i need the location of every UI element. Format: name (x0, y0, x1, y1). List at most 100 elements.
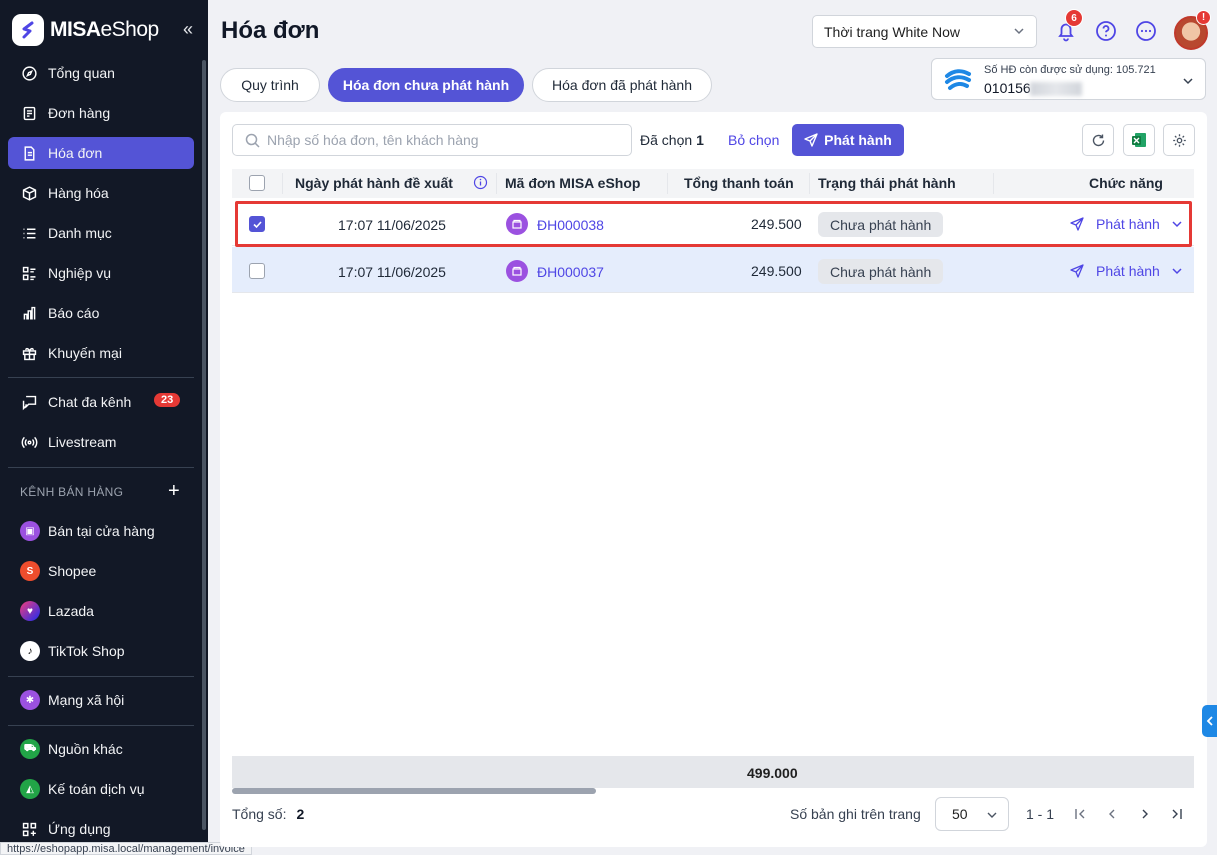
column-header-status[interactable]: Trạng thái phát hành (818, 175, 956, 191)
table-header: Ngày phát hành đề xuất Mã đơn MISA eShop… (232, 169, 1194, 198)
sidebar-item-label: Kế toán dịch vụ (48, 781, 145, 797)
last-page-icon[interactable] (1170, 807, 1184, 821)
sidebar-item-categories[interactable]: Danh mục (8, 217, 194, 249)
sidebar-item-livestream[interactable]: Livestream (8, 426, 194, 458)
sidebar-item-label: Shopee (48, 563, 97, 579)
excel-icon (1132, 133, 1146, 147)
sidebar-item-shopee[interactable]: S Shopee (8, 555, 194, 587)
sidebar-item-label: Đơn hàng (48, 105, 111, 121)
row-issue-action[interactable]: Phát hành (1070, 263, 1182, 279)
sidebar-item-label: Chat đa kênh (48, 394, 132, 410)
send-icon (804, 133, 818, 147)
sidebar-item-apps[interactable]: Ứng dụng (8, 813, 194, 845)
send-icon (1070, 264, 1084, 278)
export-excel-button[interactable] (1123, 124, 1155, 156)
gift-icon (20, 344, 38, 362)
sidebar-item-reports[interactable]: Báo cáo (8, 297, 194, 329)
sidebar-item-operations[interactable]: Nghiệp vụ (8, 257, 194, 289)
cart-icon: ⛟ (20, 739, 40, 759)
sidebar-scrollbar[interactable] (202, 60, 206, 830)
per-page-select[interactable]: 50 (935, 797, 1009, 831)
tab-unissued-invoices[interactable]: Hóa đơn chưa phát hành (328, 68, 524, 102)
prev-page-icon[interactable] (1105, 807, 1119, 821)
sidebar-divider (8, 725, 194, 726)
select-all-checkbox[interactable] (249, 175, 265, 191)
invoice-quota-label: Số HĐ còn được sử dụng: 105.721 (984, 64, 1156, 76)
sidebar-item-label: Mạng xã hội (48, 692, 125, 708)
sidebar-item-social[interactable]: ✱ Mạng xã hội (8, 684, 194, 716)
store-icon: ▣ (20, 521, 40, 541)
row-checkbox[interactable] (249, 263, 265, 279)
sidebar-item-other-sources[interactable]: ⛟ Nguồn khác (8, 733, 194, 765)
more-icon[interactable] (1135, 20, 1157, 42)
redacted-tax-code (1030, 82, 1082, 96)
order-icon (20, 104, 38, 122)
shopee-icon: S (20, 561, 40, 581)
search-input[interactable]: Nhập số hóa đơn, tên khách hàng (232, 124, 632, 156)
chevron-left-icon (1206, 716, 1213, 726)
sidebar-divider (8, 467, 194, 468)
sidebar-item-overview[interactable]: Tổng quan (8, 57, 194, 89)
sales-channels-heading: KÊNH BÁN HÀNG (20, 485, 124, 499)
sidebar-item-orders[interactable]: Đơn hàng (8, 97, 194, 129)
side-panel-toggle[interactable] (1202, 705, 1217, 737)
page-range: 1 - 1 (1026, 806, 1055, 822)
add-channel-icon[interactable]: + (168, 480, 180, 503)
avatar-alert-badge: ! (1196, 10, 1211, 25)
status-badge: Chưa phát hành (818, 259, 944, 284)
first-page-icon[interactable] (1073, 807, 1087, 821)
sidebar-item-promotions[interactable]: Khuyến mại (8, 337, 194, 369)
column-header-order[interactable]: Mã đơn MISA eShop (505, 175, 640, 191)
next-page-icon[interactable] (1138, 807, 1152, 821)
horizontal-scrollbar[interactable] (232, 788, 596, 794)
tab-process[interactable]: Quy trình (220, 68, 320, 102)
store-select[interactable]: Thời trang White Now (812, 15, 1037, 48)
order-link[interactable]: ĐH000037 (537, 264, 604, 280)
sidebar-item-products[interactable]: Hàng hóa (8, 177, 194, 209)
sidebar-item-label: TikTok Shop (48, 643, 125, 659)
sidebar-item-label: Báo cáo (48, 305, 100, 321)
search-icon (245, 133, 260, 148)
sidebar-item-omnichannel-chat[interactable]: Chat đa kênh 23 (8, 386, 194, 418)
invoice-icon (20, 144, 38, 162)
browser-status-url: https://eshopapp.misa.local/management/i… (0, 842, 252, 855)
tab-label: Hóa đơn đã phát hành (552, 77, 692, 93)
column-header-total[interactable]: Tổng thanh toán (684, 175, 794, 191)
chevron-down-icon[interactable] (1170, 264, 1184, 278)
operations-icon (20, 264, 38, 282)
settings-button[interactable] (1163, 124, 1195, 156)
compass-icon (20, 64, 38, 82)
invoice-quota-box[interactable]: Số HĐ còn được sử dụng: 105.721 010156 (931, 58, 1206, 100)
store-select-value: Thời trang White Now (824, 23, 961, 40)
sidebar-item-store[interactable]: ▣ Bán tại cửa hàng (8, 515, 194, 547)
sidebar-item-label: Livestream (48, 434, 117, 450)
tab-issued-invoices[interactable]: Hóa đơn đã phát hành (532, 68, 712, 102)
sidebar-item-label: Nghiệp vụ (48, 265, 112, 281)
sidebar-item-lazada[interactable]: ♥ Lazada (8, 595, 194, 627)
tab-label: Quy trình (241, 77, 299, 93)
sidebar-item-invoices[interactable]: Hóa đơn (8, 137, 194, 169)
highlight-box (235, 201, 1192, 247)
sidebar-item-accounting[interactable]: ◭ Kế toán dịch vụ (8, 773, 194, 805)
sidebar-item-tiktok-shop[interactable]: ♪ TikTok Shop (8, 635, 194, 667)
box-icon (20, 184, 38, 202)
column-separator (809, 173, 810, 194)
table-row[interactable]: 17:07 11/06/2025 ĐH000037 249.500 Chưa p… (232, 247, 1194, 293)
help-icon[interactable] (1095, 20, 1117, 42)
refresh-icon (1092, 134, 1104, 146)
notification-badge: 6 (1065, 9, 1083, 27)
sidebar-divider (8, 676, 194, 677)
chevron-down-icon (1183, 78, 1193, 85)
refresh-button[interactable] (1082, 124, 1114, 156)
collapse-sidebar-icon[interactable]: « (183, 19, 193, 40)
einvoice-logo-icon (945, 69, 971, 90)
issue-button[interactable]: Phát hành (792, 124, 904, 156)
logo[interactable]: MISAeShop (12, 14, 159, 46)
row-total: 249.500 (751, 263, 802, 279)
deselect-button[interactable]: Bỏ chọn (728, 132, 779, 148)
tiktok-icon: ♪ (20, 641, 40, 661)
column-header-date[interactable]: Ngày phát hành đề xuất (295, 175, 453, 191)
chevron-down-icon (987, 812, 997, 818)
livestream-icon (20, 433, 38, 451)
info-icon[interactable] (473, 175, 488, 190)
